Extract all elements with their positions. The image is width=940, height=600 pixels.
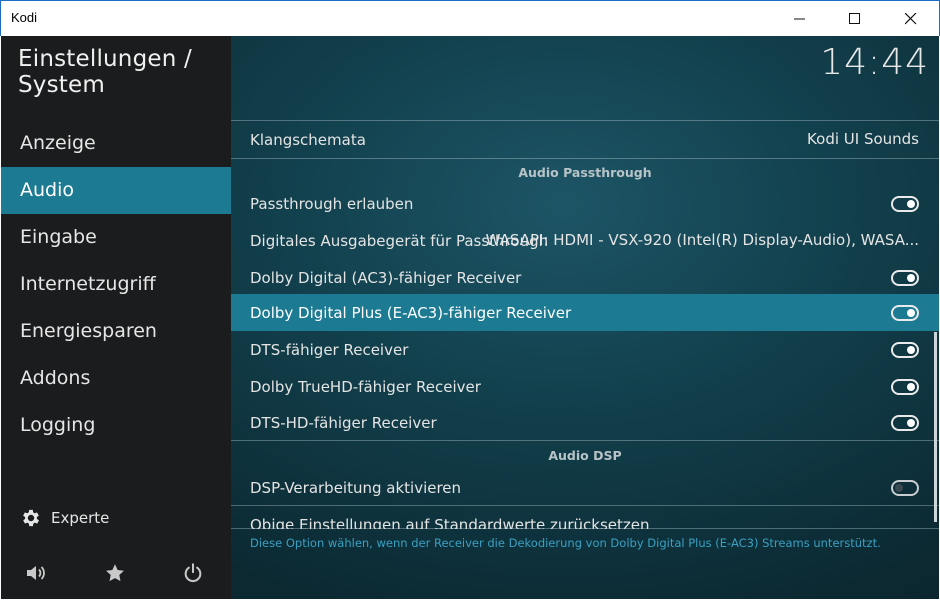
setting-eac3[interactable]: Dolby Digital Plus (E-AC3)-fähiger Recei… [231,294,939,331]
setting-dsp[interactable]: DSP-Verarbeitung aktivieren [231,469,939,506]
toggle-switch[interactable] [891,196,919,212]
divider [231,440,939,441]
toggle-switch[interactable] [891,379,919,395]
toggle-switch[interactable] [891,270,919,286]
setting-label: Dolby Digital (AC3)-fähiger Receiver [250,268,522,287]
section-header-passthrough: Audio Passthrough [518,165,652,180]
favourites-button[interactable] [102,560,128,586]
sidebar-item-eingabe[interactable]: Eingabe [1,214,231,261]
toggle-switch[interactable] [891,480,919,496]
volume-icon [27,566,45,580]
setting-passthrough-allow[interactable]: Passthrough erlauben [231,185,939,222]
help-text: Diese Option wählen, wenn der Receiver d… [250,536,881,550]
settings-level-button[interactable]: Experte [20,507,109,529]
setting-reset[interactable]: Obige Einstellungen auf Standardwerte zu… [231,506,939,530]
setting-passthrough-device[interactable]: Digitales Ausgabegerät für Passthrough W… [231,222,939,259]
settings-list: Klangschemata Kodi UI Sounds Audio Passt… [231,120,939,529]
setting-dtshd[interactable]: DTS-HD-fähiger Receiver [231,404,939,441]
setting-label: Passthrough erlauben [250,194,414,213]
minimize-icon [794,18,805,20]
sidebar-item-internetzugriff[interactable]: Internetzugriff [1,261,231,308]
divider [231,158,939,159]
setting-ac3[interactable]: Dolby Digital (AC3)-fähiger Receiver [231,259,939,296]
scrollbar[interactable] [934,332,937,522]
setting-label: Klangschemata [250,130,366,149]
gear-icon [23,509,39,527]
sidebar-item-energiesparen[interactable]: Energiesparen [1,308,231,355]
setting-label: Obige Einstellungen auf Standardwerte zu… [250,515,650,530]
setting-value: WASAPI: HDMI - VSX-920 (Intel(R) Display… [485,231,919,249]
sidebar-item-audio[interactable]: Audio [1,167,231,214]
sidebar-menu: Anzeige Audio Eingabe Internetzugriff En… [1,120,231,449]
bottom-toolbar [1,560,231,586]
sidebar-item-logging[interactable]: Logging [1,402,231,449]
setting-label: DSP-Verarbeitung aktivieren [250,478,462,497]
clock: 14:44 [820,42,929,83]
maximize-button[interactable] [832,1,878,37]
setting-label: DTS-HD-fähiger Receiver [250,413,437,432]
setting-klangschemata[interactable]: Klangschemata Kodi UI Sounds [231,121,939,158]
setting-value: Kodi UI Sounds [807,130,919,148]
toggle-switch[interactable] [891,415,919,431]
setting-dts[interactable]: DTS-fähiger Receiver [231,331,939,368]
sidebar: Einstellungen / System Anzeige Audio Ein… [1,36,231,599]
volume-button[interactable] [24,560,50,586]
setting-label: Dolby TrueHD-fähiger Receiver [250,377,481,396]
power-icon [184,563,202,583]
divider [231,528,939,529]
star-icon [106,564,124,582]
page-title: Einstellungen / System [18,46,192,98]
close-button[interactable] [888,1,934,37]
setting-label: Dolby Digital Plus (E-AC3)-fähiger Recei… [250,303,572,322]
toggle-switch[interactable] [891,305,919,321]
window-title: Kodi [11,10,38,25]
setting-truehd[interactable]: Dolby TrueHD-fähiger Receiver [231,368,939,405]
settings-level-label: Experte [51,509,110,527]
window-titlebar: Kodi [0,0,940,36]
sidebar-item-anzeige[interactable]: Anzeige [1,120,231,167]
kodi-app: Einstellungen / System Anzeige Audio Ein… [1,36,939,599]
close-icon [905,13,917,25]
toggle-switch[interactable] [891,342,919,358]
sidebar-item-addons[interactable]: Addons [1,355,231,402]
setting-label: DTS-fähiger Receiver [250,340,409,359]
maximize-icon [849,13,860,24]
section-header-dsp: Audio DSP [548,448,622,463]
minimize-button[interactable] [777,1,823,37]
power-button[interactable] [180,560,206,586]
